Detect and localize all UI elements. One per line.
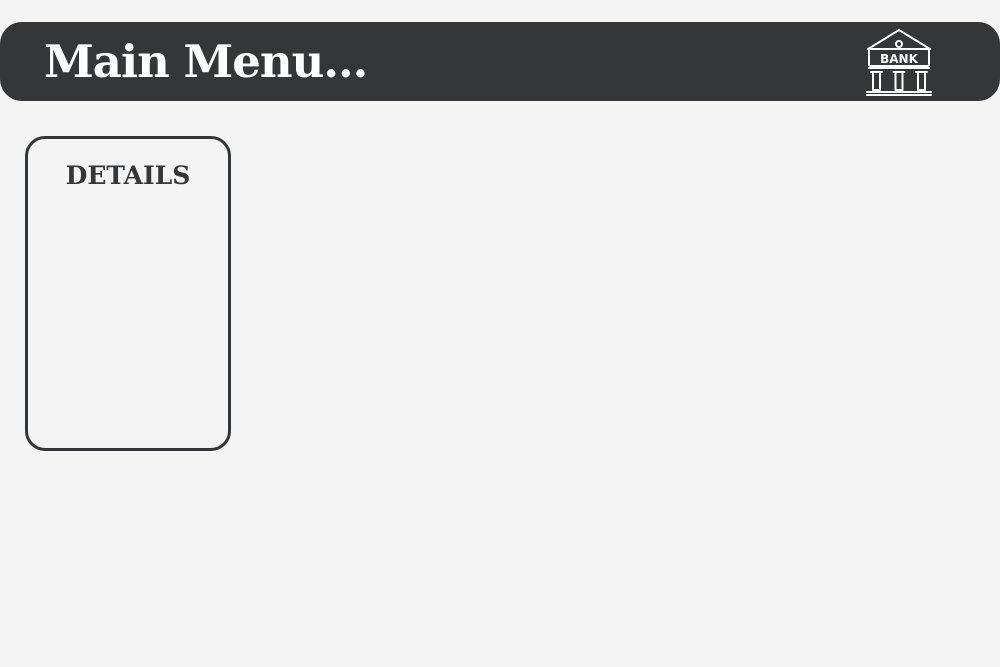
bank-building-icon[interactable]: BANK: [864, 28, 934, 96]
page-title: Main Menu...: [44, 35, 368, 88]
bank-icon-label: BANK: [880, 52, 918, 66]
details-title: DETAILS: [65, 161, 191, 190]
main-menu-header: Main Menu... BANK: [0, 22, 1000, 101]
details-panel: DETAILS: [25, 136, 231, 451]
